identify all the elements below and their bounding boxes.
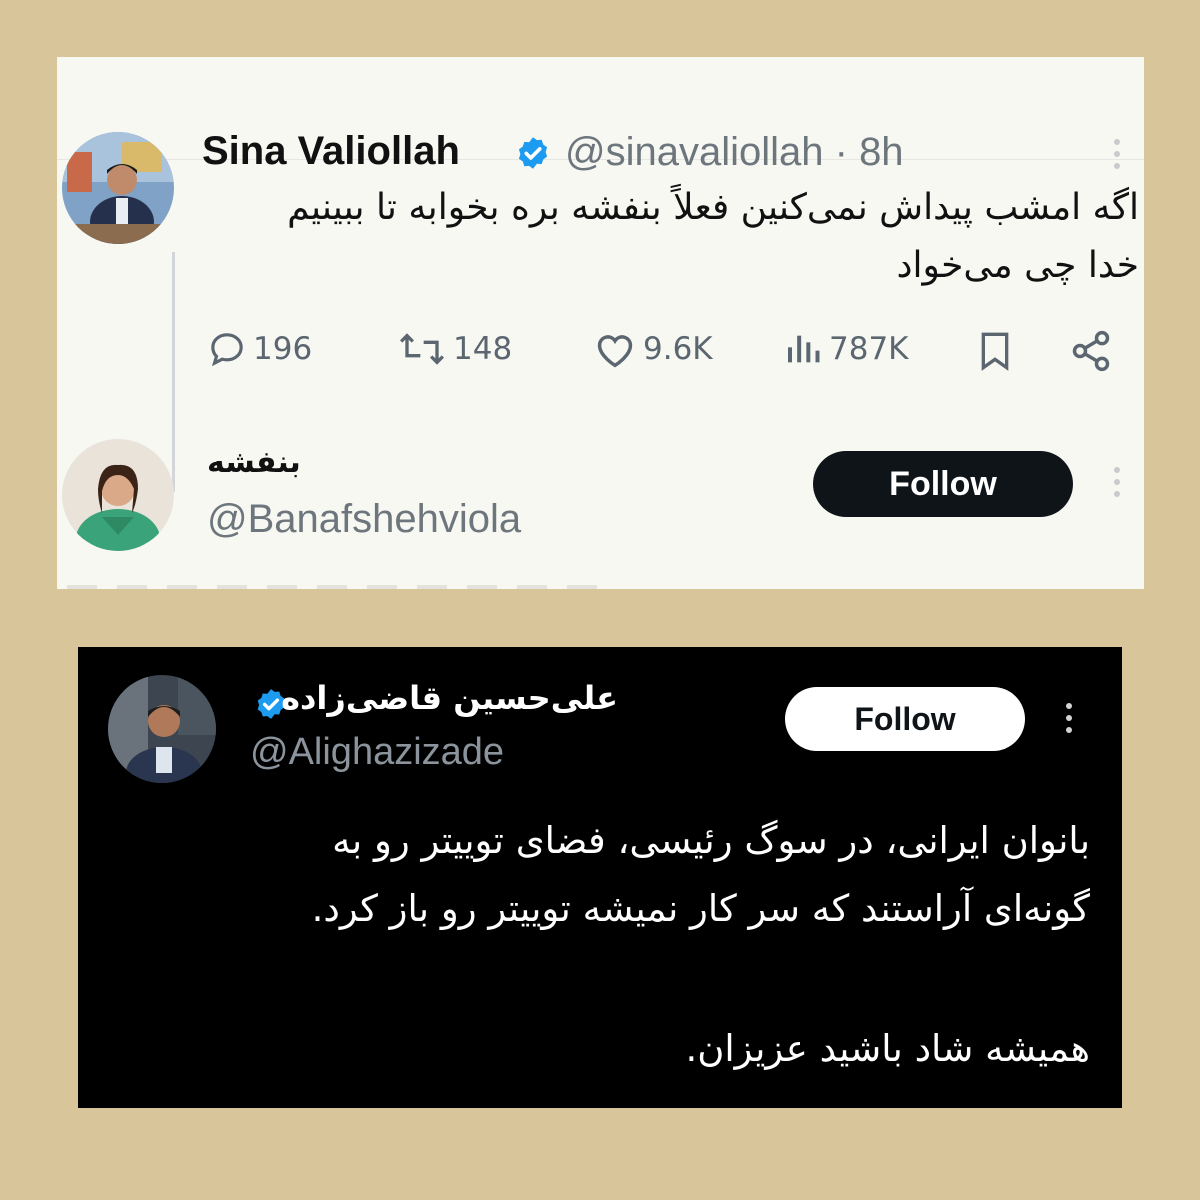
tweet-text-line-3: همیشه شاد باشید عزیزان. [685,1027,1090,1070]
like-count: 9.6K [643,331,713,367]
reply-icon [211,333,243,367]
more-icon[interactable] [1114,139,1120,169]
reply-account-name[interactable]: بنفشه [207,445,307,480]
avatar-alighazizade-image [108,675,216,783]
tweet-text-line-1: اگه امشب پیداش نمی‌کنین فعلاً بنفشه بره … [287,187,1139,228]
follow-button-alighazizade[interactable]: Follow [785,687,1025,751]
like-action[interactable]: 9.6K [593,329,713,369]
like-icon [597,335,633,368]
views-icon [788,335,820,363]
tweet-text-line-1: بانوان ایرانی، در سوگ رئیسی، فضای توییتر… [332,819,1090,862]
views-action[interactable]: 787K [783,329,909,369]
more-icon[interactable] [1114,467,1120,497]
thread-line [172,252,175,492]
bookmark-icon [981,332,1009,371]
reply-count: 196 [253,331,313,367]
avatar-sina[interactable] [62,132,174,244]
tweet-text-line-2: گونه‌ای آراستند که سر کار نمیشه توییتر ر… [311,887,1090,930]
faded-next-line [67,585,604,589]
author-handle[interactable]: @Alighazizade [250,731,504,774]
dark-tweet-card: علی‌حسین قاضی‌زاده @Alighazizade Follow … [78,647,1122,1108]
avatar-sina-image [62,132,174,244]
author-name[interactable]: Sina Valiollah [202,129,460,174]
share-icon [1072,330,1110,372]
share-action[interactable] [1069,329,1113,373]
view-count: 787K [829,331,909,367]
author-handle-time[interactable]: @sinavaliollah · 8h [565,130,904,175]
follow-button-banafsheh[interactable]: Follow [813,451,1073,517]
tweet-text-line-2: خدا چی می‌خواد [896,245,1139,286]
light-tweet-card: Sina Valiollah @sinavaliollah · 8h اگه ا… [57,57,1144,589]
reply-account-handle[interactable]: @Banafshehviola [207,497,521,542]
avatar-banafsheh-image [62,439,174,551]
retweet-icon [399,333,445,365]
author-name[interactable]: علی‌حسین قاضی‌زاده [281,679,618,717]
avatar-banafsheh[interactable] [62,439,174,551]
avatar-alighazizade[interactable] [108,675,216,783]
retweet-count: 148 [453,331,513,367]
verified-icon [515,135,551,171]
bookmark-action[interactable] [975,329,1015,373]
more-icon[interactable] [1066,703,1072,733]
retweet-action[interactable]: 148 [397,329,512,369]
reply-action[interactable]: 196 [207,329,312,369]
